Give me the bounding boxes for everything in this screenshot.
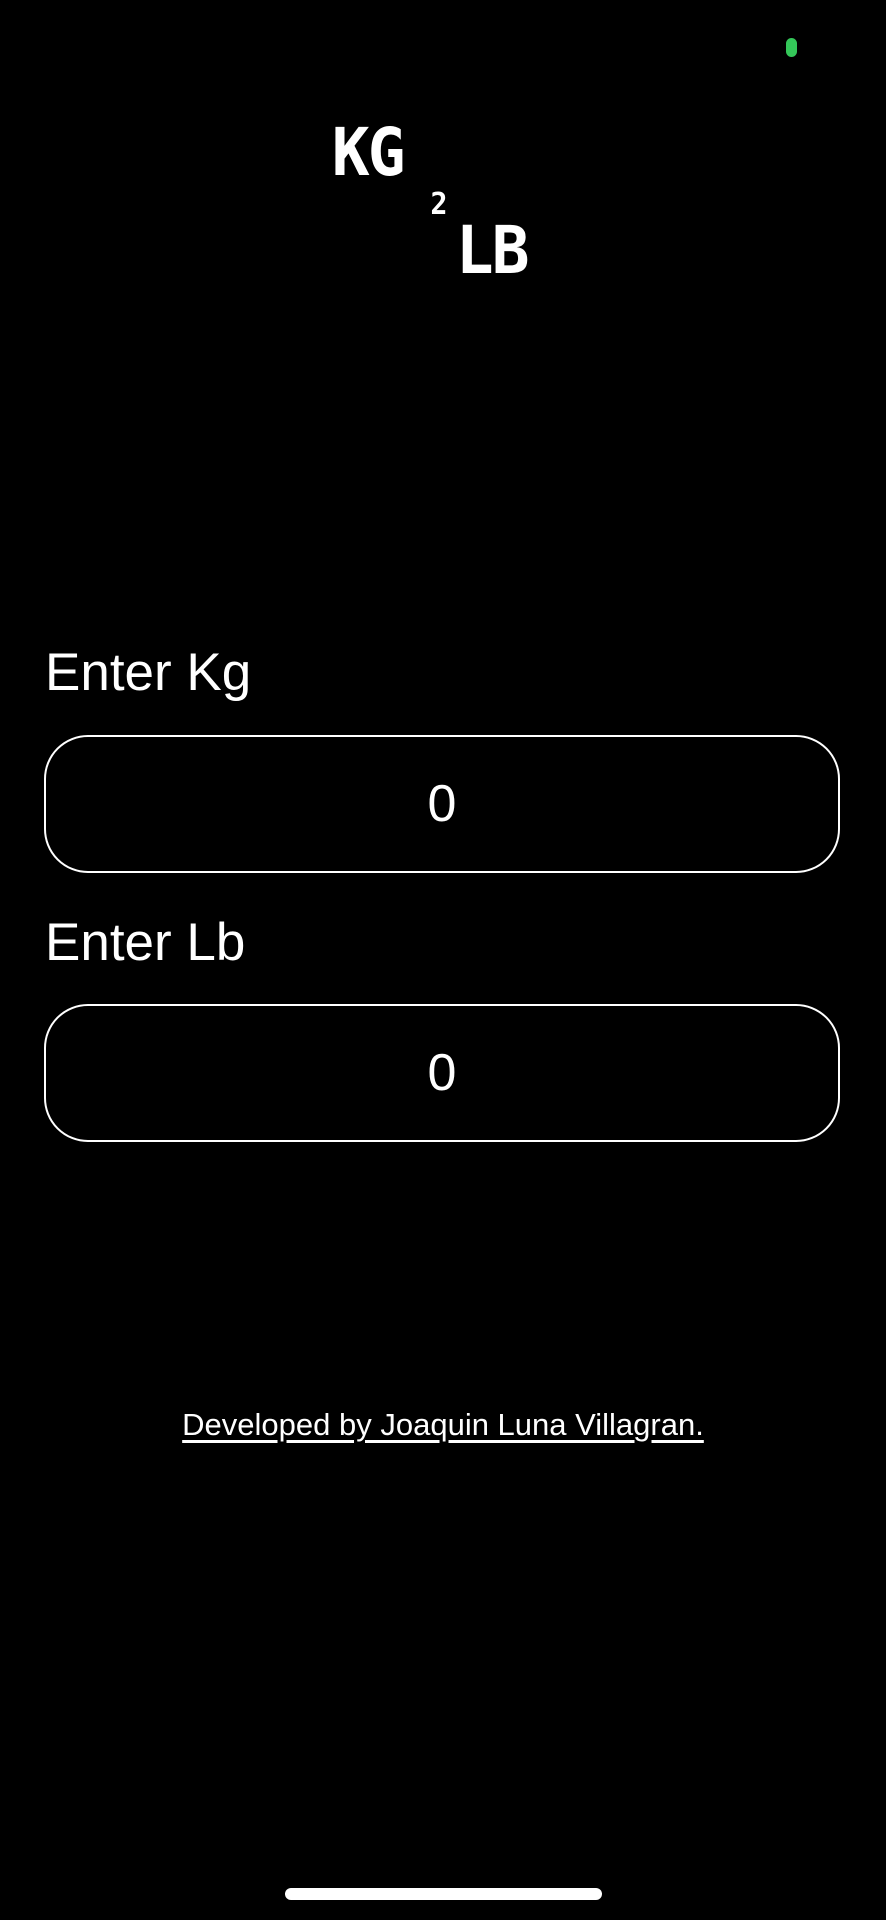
- logo-2-text: 2: [430, 187, 447, 222]
- lb-label: Enter Lb: [45, 913, 246, 972]
- logo-kg-text: KG: [331, 114, 406, 191]
- kg-label: Enter Kg: [45, 643, 252, 702]
- kg-input[interactable]: 0: [44, 735, 840, 873]
- status-indicator-dot: [786, 38, 797, 57]
- home-indicator[interactable]: [285, 1888, 602, 1900]
- kg-input-value: 0: [427, 775, 457, 833]
- lb-input-value: 0: [427, 1044, 457, 1102]
- app-logo: KG 2 LB: [330, 120, 550, 290]
- developer-credit-link[interactable]: Developed by Joaquin Luna Villagran.: [0, 1407, 886, 1443]
- logo-lb-text: LB: [455, 212, 530, 289]
- lb-input[interactable]: 0: [44, 1004, 840, 1142]
